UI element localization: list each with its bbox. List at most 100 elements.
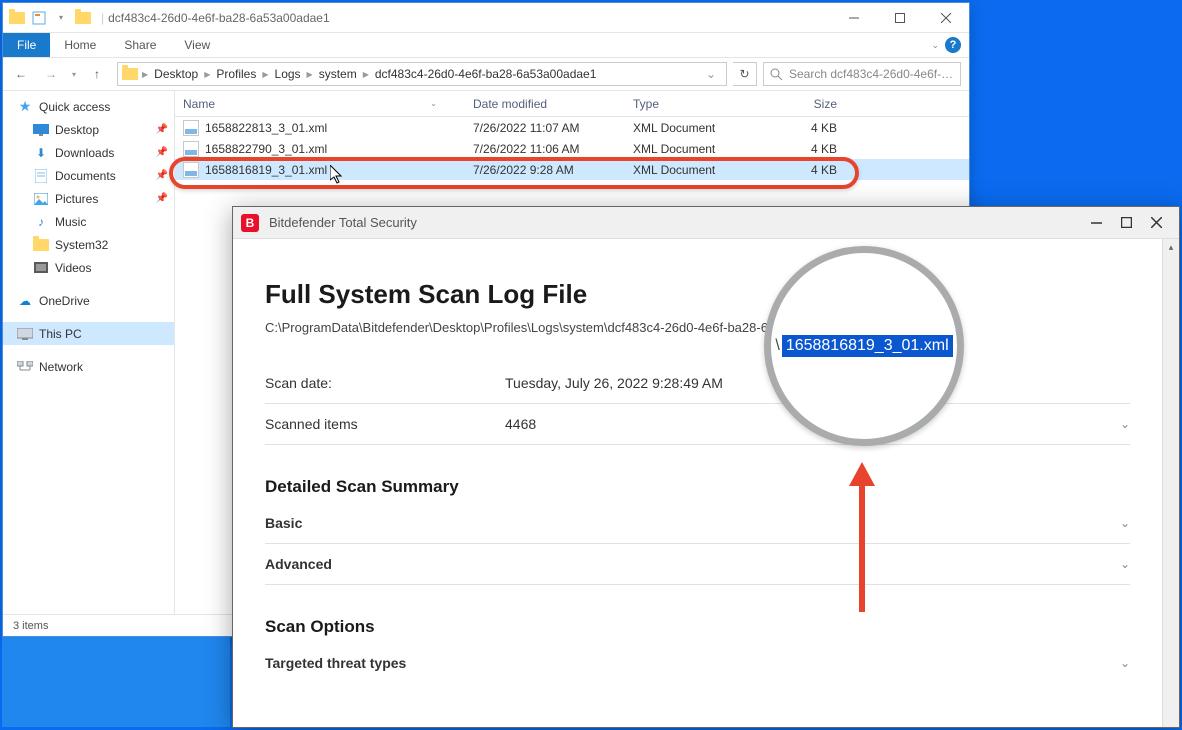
- bd-log-path: C:\ProgramData\Bitdefender\Desktop\Profi…: [265, 320, 1130, 335]
- breadcrumb-item[interactable]: Logs: [273, 67, 303, 81]
- xml-file-icon: [183, 120, 199, 136]
- bd-row-advanced[interactable]: Advanced ⌄: [265, 544, 1130, 585]
- nav-recent-dropdown[interactable]: ▾: [67, 62, 81, 86]
- bd-content: Full System Scan Log File C:\ProgramData…: [233, 239, 1162, 727]
- desktop-icon: [33, 122, 49, 138]
- nav-forward-button[interactable]: →: [37, 62, 65, 86]
- chevron-down-icon: ⌄: [1120, 557, 1130, 571]
- address-bar[interactable]: ▶ Desktop ▶ Profiles ▶ Logs ▶ system ▶ d…: [117, 62, 727, 86]
- bd-close-button[interactable]: [1141, 211, 1171, 235]
- window-title: dcf483c4-26d0-4e6f-ba28-6a53a00adae1: [108, 11, 330, 25]
- breadcrumb-item[interactable]: dcf483c4-26d0-4e6f-ba28-6a53a00adae1: [373, 67, 599, 81]
- chevron-down-icon: ⌄: [1120, 516, 1130, 530]
- tab-share[interactable]: Share: [110, 33, 170, 57]
- folder-icon: [122, 66, 138, 82]
- chevron-right-icon[interactable]: ▶: [260, 70, 270, 79]
- ribbon-tabs: File Home Share View ⌄ ?: [3, 33, 969, 57]
- documents-icon: [33, 168, 49, 184]
- column-type[interactable]: Type: [625, 97, 765, 111]
- network-icon: [17, 359, 33, 375]
- nav-quick-access[interactable]: ★Quick access: [3, 95, 174, 118]
- videos-icon: [33, 260, 49, 276]
- cloud-icon: ☁: [17, 293, 33, 309]
- qat-dropdown-icon[interactable]: ▾: [53, 10, 69, 26]
- pin-icon: 📌: [156, 193, 168, 204]
- minimize-button[interactable]: [831, 3, 877, 33]
- search-placeholder: Search dcf483c4-26d0-4e6f-…: [789, 67, 953, 81]
- address-history-dropdown[interactable]: ⌄: [700, 67, 722, 81]
- bd-row-scan-date: Scan date: Tuesday, July 26, 2022 9:28:4…: [265, 363, 1130, 404]
- bd-scrollbar[interactable]: ▴: [1162, 239, 1179, 727]
- chevron-right-icon[interactable]: ▶: [140, 70, 150, 79]
- tab-file[interactable]: File: [3, 33, 50, 57]
- help-icon[interactable]: ?: [945, 37, 961, 53]
- pc-icon: [17, 326, 33, 342]
- scroll-up-icon[interactable]: ▴: [1163, 239, 1179, 256]
- refresh-button[interactable]: ↻: [733, 62, 757, 86]
- bd-maximize-button[interactable]: [1111, 211, 1141, 235]
- bitdefender-logo-icon: B: [241, 214, 259, 232]
- chevron-down-icon: ⌄: [1120, 417, 1130, 431]
- column-name[interactable]: Name⌄: [175, 97, 465, 111]
- music-icon: ♪: [33, 214, 49, 230]
- nav-up-button[interactable]: ↑: [83, 62, 111, 86]
- bitdefender-window: B Bitdefender Total Security Full System…: [232, 206, 1180, 728]
- title-separator: |: [97, 11, 108, 25]
- column-size[interactable]: Size: [765, 97, 845, 111]
- column-date[interactable]: Date modified: [465, 97, 625, 111]
- folder-icon: [33, 237, 49, 253]
- chevron-right-icon[interactable]: ▶: [305, 70, 315, 79]
- pin-icon: 📌: [156, 147, 168, 158]
- status-item-count: 3 items: [13, 620, 48, 632]
- breadcrumb-item[interactable]: Desktop: [152, 67, 200, 81]
- magnified-filename: 1658816819_3_01.xml: [782, 335, 953, 357]
- bd-minimize-button[interactable]: [1081, 211, 1111, 235]
- ribbon-expand-icon[interactable]: ⌄: [931, 40, 939, 51]
- nav-documents[interactable]: Documents📌: [3, 164, 174, 187]
- bd-row-targeted[interactable]: Targeted threat types ⌄: [265, 643, 1130, 683]
- file-row[interactable]: 1658822790_3_01.xml 7/26/2022 11:06 AM X…: [175, 138, 969, 159]
- xml-file-icon: [183, 162, 199, 178]
- nav-back-button[interactable]: ←: [7, 62, 35, 86]
- navigation-pane: ★Quick access Desktop📌 ⬇Downloads📌 Docum…: [3, 91, 175, 614]
- annotation-magnifier: \1658816819_3_01.xml: [764, 246, 964, 446]
- bd-summary-heading: Detailed Scan Summary: [265, 477, 1130, 497]
- star-icon: ★: [17, 99, 33, 115]
- nav-downloads[interactable]: ⬇Downloads📌: [3, 141, 174, 164]
- desktop-background-strip: [2, 637, 230, 727]
- nav-music[interactable]: ♪Music: [3, 210, 174, 233]
- pictures-icon: [33, 191, 49, 207]
- nav-onedrive[interactable]: ☁OneDrive: [3, 289, 174, 312]
- breadcrumb-item[interactable]: Profiles: [214, 67, 258, 81]
- xml-file-icon: [183, 141, 199, 157]
- bd-row-basic[interactable]: Basic ⌄: [265, 503, 1130, 544]
- bd-heading: Full System Scan Log File: [265, 279, 1130, 310]
- titlebar[interactable]: ▾ | dcf483c4-26d0-4e6f-ba28-6a53a00adae1: [3, 3, 969, 33]
- bd-window-title: Bitdefender Total Security: [269, 215, 417, 230]
- tab-home[interactable]: Home: [50, 33, 110, 57]
- nav-desktop[interactable]: Desktop📌: [3, 118, 174, 141]
- nav-pictures[interactable]: Pictures📌: [3, 187, 174, 210]
- search-input[interactable]: Search dcf483c4-26d0-4e6f-…: [763, 62, 961, 86]
- sort-indicator-icon: ⌄: [430, 99, 437, 108]
- chevron-down-icon: ⌄: [1120, 656, 1130, 670]
- bd-row-scanned-items[interactable]: Scanned items 4468 ⌄: [265, 404, 1130, 445]
- close-button[interactable]: [923, 3, 969, 33]
- nav-network[interactable]: Network: [3, 355, 174, 378]
- bd-titlebar[interactable]: B Bitdefender Total Security: [233, 207, 1179, 239]
- file-rows: 1658822813_3_01.xml 7/26/2022 11:07 AM X…: [175, 117, 969, 180]
- chevron-right-icon[interactable]: ▶: [361, 70, 371, 79]
- file-row-selected[interactable]: 1658816819_3_01.xml 7/26/2022 9:28 AM XM…: [175, 159, 969, 180]
- file-row[interactable]: 1658822813_3_01.xml 7/26/2022 11:07 AM X…: [175, 117, 969, 138]
- nav-system32[interactable]: System32: [3, 233, 174, 256]
- pin-icon: 📌: [156, 124, 168, 135]
- search-icon: [770, 68, 783, 81]
- properties-icon[interactable]: [31, 10, 47, 26]
- maximize-button[interactable]: [877, 3, 923, 33]
- tab-view[interactable]: View: [170, 33, 224, 57]
- chevron-right-icon[interactable]: ▶: [202, 70, 212, 79]
- nav-videos[interactable]: Videos: [3, 256, 174, 279]
- nav-this-pc[interactable]: This PC: [3, 322, 174, 345]
- breadcrumb-item[interactable]: system: [317, 67, 359, 81]
- column-headers: Name⌄ Date modified Type Size: [175, 91, 969, 117]
